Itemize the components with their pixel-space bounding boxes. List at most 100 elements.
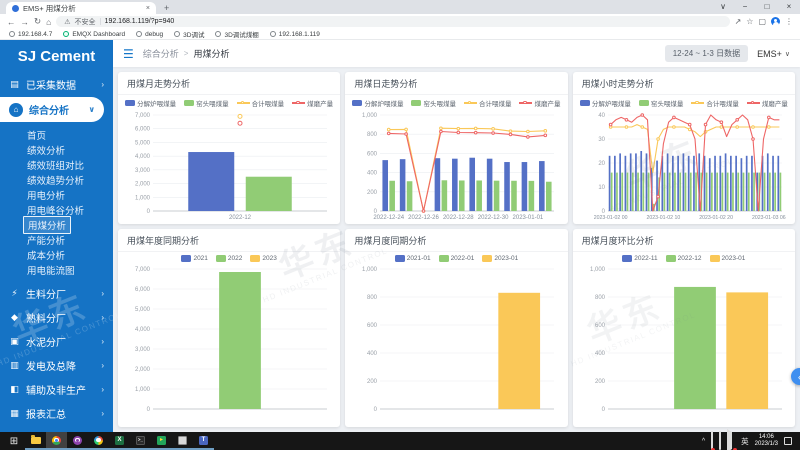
taskbar-app-excel[interactable]: X — [109, 432, 130, 450]
sidebar-top-groups: ▤已采集数据› — [0, 72, 113, 96]
tray-expand-icon[interactable]: ^ — [702, 438, 705, 445]
sidebar-group-水泥分厂[interactable]: ▣水泥分厂› — [0, 329, 113, 353]
ime-indicator[interactable]: 英 — [741, 436, 749, 447]
legend-item[interactable]: 合计喂煤量 — [237, 98, 285, 108]
taskbar-app-color-wheel-app[interactable] — [88, 432, 109, 450]
bookmark-item[interactable]: 192.168.1.119 — [270, 31, 320, 38]
notification-center-icon[interactable] — [784, 437, 792, 445]
sidebar-group-已采集数据[interactable]: ▤已采集数据› — [0, 72, 113, 96]
legend-item[interactable]: 合计喂煤量 — [691, 98, 739, 108]
taskbar-app-purple-app[interactable] — [67, 432, 88, 450]
hamburger-icon[interactable]: ☰ — [123, 47, 134, 61]
legend-item[interactable]: 分解炉喂煤量 — [352, 98, 403, 108]
globe-icon — [136, 31, 142, 37]
sidebar-group-综合分析[interactable]: ⌂ 综合分析 ∨ — [0, 97, 104, 122]
legend-item[interactable]: 2023-01 — [482, 255, 518, 262]
legend-item[interactable]: 2023-01 — [710, 255, 746, 262]
sidebar-group-熟料分厂[interactable]: ◆熟料分厂› — [0, 305, 113, 329]
profile-dropdown[interactable]: EMS+ ∨ — [757, 49, 790, 59]
legend-label: 煤磨产量 — [307, 98, 333, 108]
svg-text:0: 0 — [147, 209, 151, 215]
sidebar-item-用煤分析[interactable]: 用煤分析 — [27, 217, 113, 232]
minimize-button[interactable]: − — [734, 0, 756, 14]
sidebar-group-辅助及非生产[interactable]: ◧辅助及非生产› — [0, 377, 113, 401]
taskbar-app-teams-app[interactable]: T — [193, 432, 214, 450]
legend-item[interactable]: 煤磨产量 — [747, 98, 788, 108]
legend-item[interactable]: 2022-01 — [439, 255, 475, 262]
legend-item[interactable]: 分解炉喂煤量 — [125, 98, 176, 108]
sidebar-item-用电分析[interactable]: 用电分析 — [27, 187, 113, 202]
url-field[interactable]: ⚠ 不安全 192.168.1.119/?p=940 — [56, 16, 729, 27]
chart-legend: 分解炉喂煤量窑头喂煤量合计喂煤量煤磨产量 — [345, 95, 567, 108]
taskbar-app-file-explorer[interactable] — [25, 432, 46, 450]
bookmark-star-icon[interactable]: ☆ — [746, 17, 753, 26]
legend-item[interactable]: 煤磨产量 — [292, 98, 333, 108]
legend-label: 分解炉喂煤量 — [364, 98, 403, 108]
legend-line-chip — [519, 100, 532, 106]
bookmark-item[interactable]: debug — [136, 31, 163, 38]
legend-item[interactable]: 窑头喂煤量 — [639, 98, 684, 108]
legend-item[interactable]: 2022-11 — [622, 255, 657, 262]
svg-text:2,000: 2,000 — [135, 367, 151, 373]
date-range-badge[interactable]: 12-24 ~ 1-3 日数据 — [665, 45, 748, 62]
browser-menu-icon[interactable]: ⋮ — [785, 17, 793, 26]
legend-item[interactable]: 2023 — [250, 255, 276, 262]
bookmark-item[interactable]: 192.168.4.7 — [9, 31, 52, 38]
breadcrumb-separator: > — [184, 49, 189, 58]
speaker-tray-icon[interactable] — [727, 432, 735, 450]
taskbar-app-chrome[interactable] — [46, 432, 67, 450]
chart-area: 02004006008001,0002022-12-242022-12-2620… — [345, 108, 567, 224]
legend-item[interactable]: 分解炉喂煤量 — [580, 98, 631, 108]
sidebar-item-产能分析[interactable]: 产能分析 — [27, 232, 113, 247]
back-icon[interactable]: ← — [7, 17, 16, 27]
bookmark-item[interactable]: 3D调试 — [174, 29, 204, 39]
bookmark-item[interactable]: 3D调试煤棚 — [215, 29, 258, 39]
legend-item[interactable]: 2021 — [181, 255, 207, 262]
legend-item[interactable]: 窑头喂煤量 — [184, 98, 229, 108]
legend-item[interactable]: 煤磨产量 — [519, 98, 560, 108]
chevron-right-icon: › — [101, 80, 104, 89]
svg-text:800: 800 — [367, 132, 378, 138]
share-icon[interactable]: ↗ — [735, 17, 742, 26]
legend-item[interactable]: 合计喂煤量 — [464, 98, 512, 108]
taskbar-app-media-app[interactable]: ▸ — [151, 432, 172, 450]
legend-item[interactable]: 2021-01 — [395, 255, 431, 262]
legend-item[interactable]: 窑头喂煤量 — [411, 98, 456, 108]
chat-tray-icon[interactable] — [719, 432, 721, 450]
sidebar-group-label: 报表汇总 — [26, 406, 66, 421]
profile-avatar[interactable] — [771, 17, 780, 26]
sidebar-item-用电能流图[interactable]: 用电能流图 — [27, 262, 113, 277]
breadcrumb-item[interactable]: 综合分析 — [143, 47, 179, 60]
sidebar-group-报表汇总[interactable]: ▦报表汇总› — [0, 401, 113, 425]
legend-item[interactable]: 2022-12 — [666, 255, 702, 262]
home-icon[interactable]: ⌂ — [46, 17, 51, 27]
tab-search-icon[interactable]: ∨ — [712, 0, 734, 14]
display-tray-icon[interactable] — [711, 432, 713, 450]
tab-close-icon[interactable]: × — [146, 5, 150, 12]
sidebar-group-生料分厂[interactable]: ⚡生料分厂› — [0, 281, 113, 305]
start-button[interactable]: ⊞ — [3, 436, 25, 447]
taskbar-app-hmi-app[interactable] — [172, 432, 193, 450]
legend-item[interactable]: 2022 — [216, 255, 242, 262]
sidebar-item-绩效趋势分析[interactable]: 绩效趋势分析 — [27, 172, 113, 187]
clock[interactable]: 14:06 2023/1/3 — [755, 434, 778, 448]
svg-text:40: 40 — [598, 113, 605, 119]
sidebar-item-首页[interactable]: 首页 — [27, 127, 113, 142]
svg-text:2022-12-24: 2022-12-24 — [374, 215, 405, 221]
svg-text:0: 0 — [147, 407, 151, 413]
taskbar-app-terminal[interactable]: >_ — [130, 432, 151, 450]
forward-icon[interactable]: → — [21, 17, 30, 27]
maximize-button[interactable]: □ — [756, 0, 778, 14]
reload-icon[interactable]: ↻ — [34, 16, 41, 27]
close-button[interactable]: × — [778, 0, 800, 14]
sidebar-group-发电及总降[interactable]: ▥发电及总降› — [0, 353, 113, 377]
sidebar-item-绩效班组对比[interactable]: 绩效班组对比 — [27, 157, 113, 172]
legend-bar-chip — [710, 255, 720, 262]
sidebar-item-用电峰谷分析[interactable]: 用电峰谷分析 — [27, 202, 113, 217]
bookmark-item[interactable]: EMQX Dashboard — [63, 31, 125, 38]
browser-tab[interactable]: EMS+ 用煤分析 × — [6, 2, 156, 14]
new-tab-button[interactable]: + — [164, 3, 169, 13]
sidebar-item-绩效分析[interactable]: 绩效分析 — [27, 142, 113, 157]
sidebar-item-成本分析[interactable]: 成本分析 — [27, 247, 113, 262]
tab-preview-icon[interactable]: ▢ — [758, 17, 766, 26]
